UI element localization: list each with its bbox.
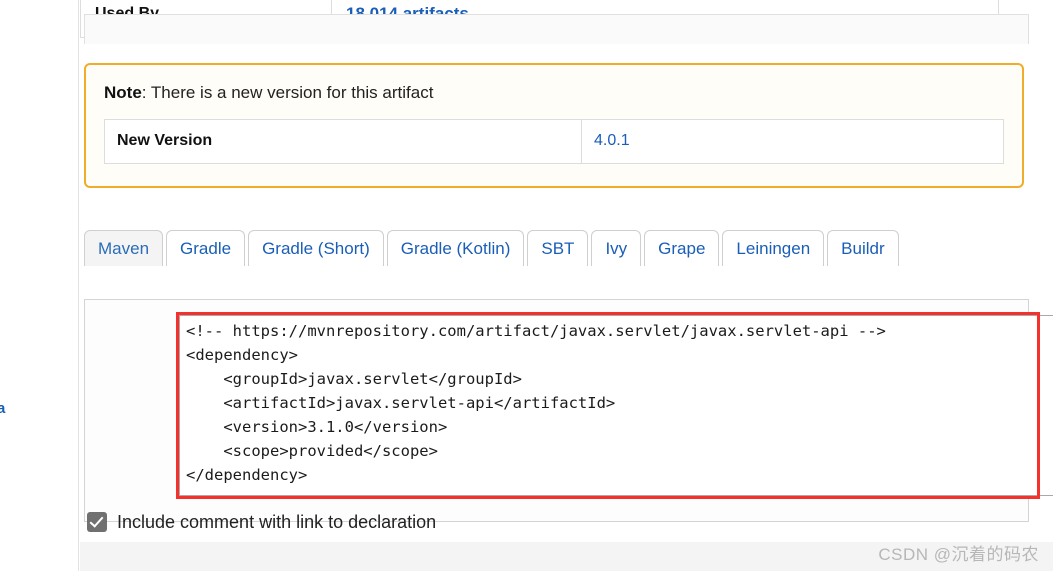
tab-sbt[interactable]: SBT [527, 230, 589, 267]
snippet-textarea[interactable]: <!-- https://mvnrepository.com/artifact/… [179, 315, 1053, 496]
tab-grape[interactable]: Grape [644, 230, 720, 267]
bottom-card [84, 14, 1029, 44]
watermark: CSDN @沉着的码农 [878, 545, 1039, 564]
table-row: New Version 4.0.1 [104, 119, 1004, 165]
snippet-code-text: <!-- https://mvnrepository.com/artifact/… [186, 322, 886, 484]
include-comment-row[interactable]: Include comment with link to declaration [87, 512, 436, 532]
tab-maven[interactable]: Maven [84, 230, 164, 267]
left-gutter: a [0, 0, 79, 571]
new-version-note-box: Note: There is a new version for this ar… [84, 63, 1024, 188]
include-comment-label[interactable]: Include comment with link to declaration [117, 513, 436, 531]
include-comment-checkbox[interactable] [87, 512, 107, 532]
build-tool-tabs: Maven Gradle Gradle (Short) Gradle (Kotl… [84, 228, 1029, 267]
tab-ivy[interactable]: Ivy [591, 230, 642, 267]
new-version-link[interactable]: 4.0.1 [594, 132, 630, 149]
tab-buildr[interactable]: Buildr [827, 230, 899, 267]
new-version-label: New Version [104, 119, 582, 165]
cut-off-link[interactable]: a [0, 400, 5, 417]
main-content: Used By 18,014 artifacts Note: There is … [80, 0, 1053, 571]
tab-leiningen[interactable]: Leiningen [722, 230, 825, 267]
tab-gradle[interactable]: Gradle [166, 230, 246, 267]
note-message-text: : There is a new version for this artifa… [141, 83, 434, 102]
page-root: a Used By 18,014 artifacts Note: There i… [0, 0, 1053, 571]
tab-gradle-kotlin[interactable]: Gradle (Kotlin) [386, 230, 525, 267]
new-version-table: New Version 4.0.1 [104, 119, 1004, 165]
note-strong-label: Note [104, 83, 142, 102]
note-message: Note: There is a new version for this ar… [104, 83, 1004, 103]
tab-gradle-short[interactable]: Gradle (Short) [248, 230, 384, 267]
new-version-value-cell: 4.0.1 [581, 119, 1004, 165]
